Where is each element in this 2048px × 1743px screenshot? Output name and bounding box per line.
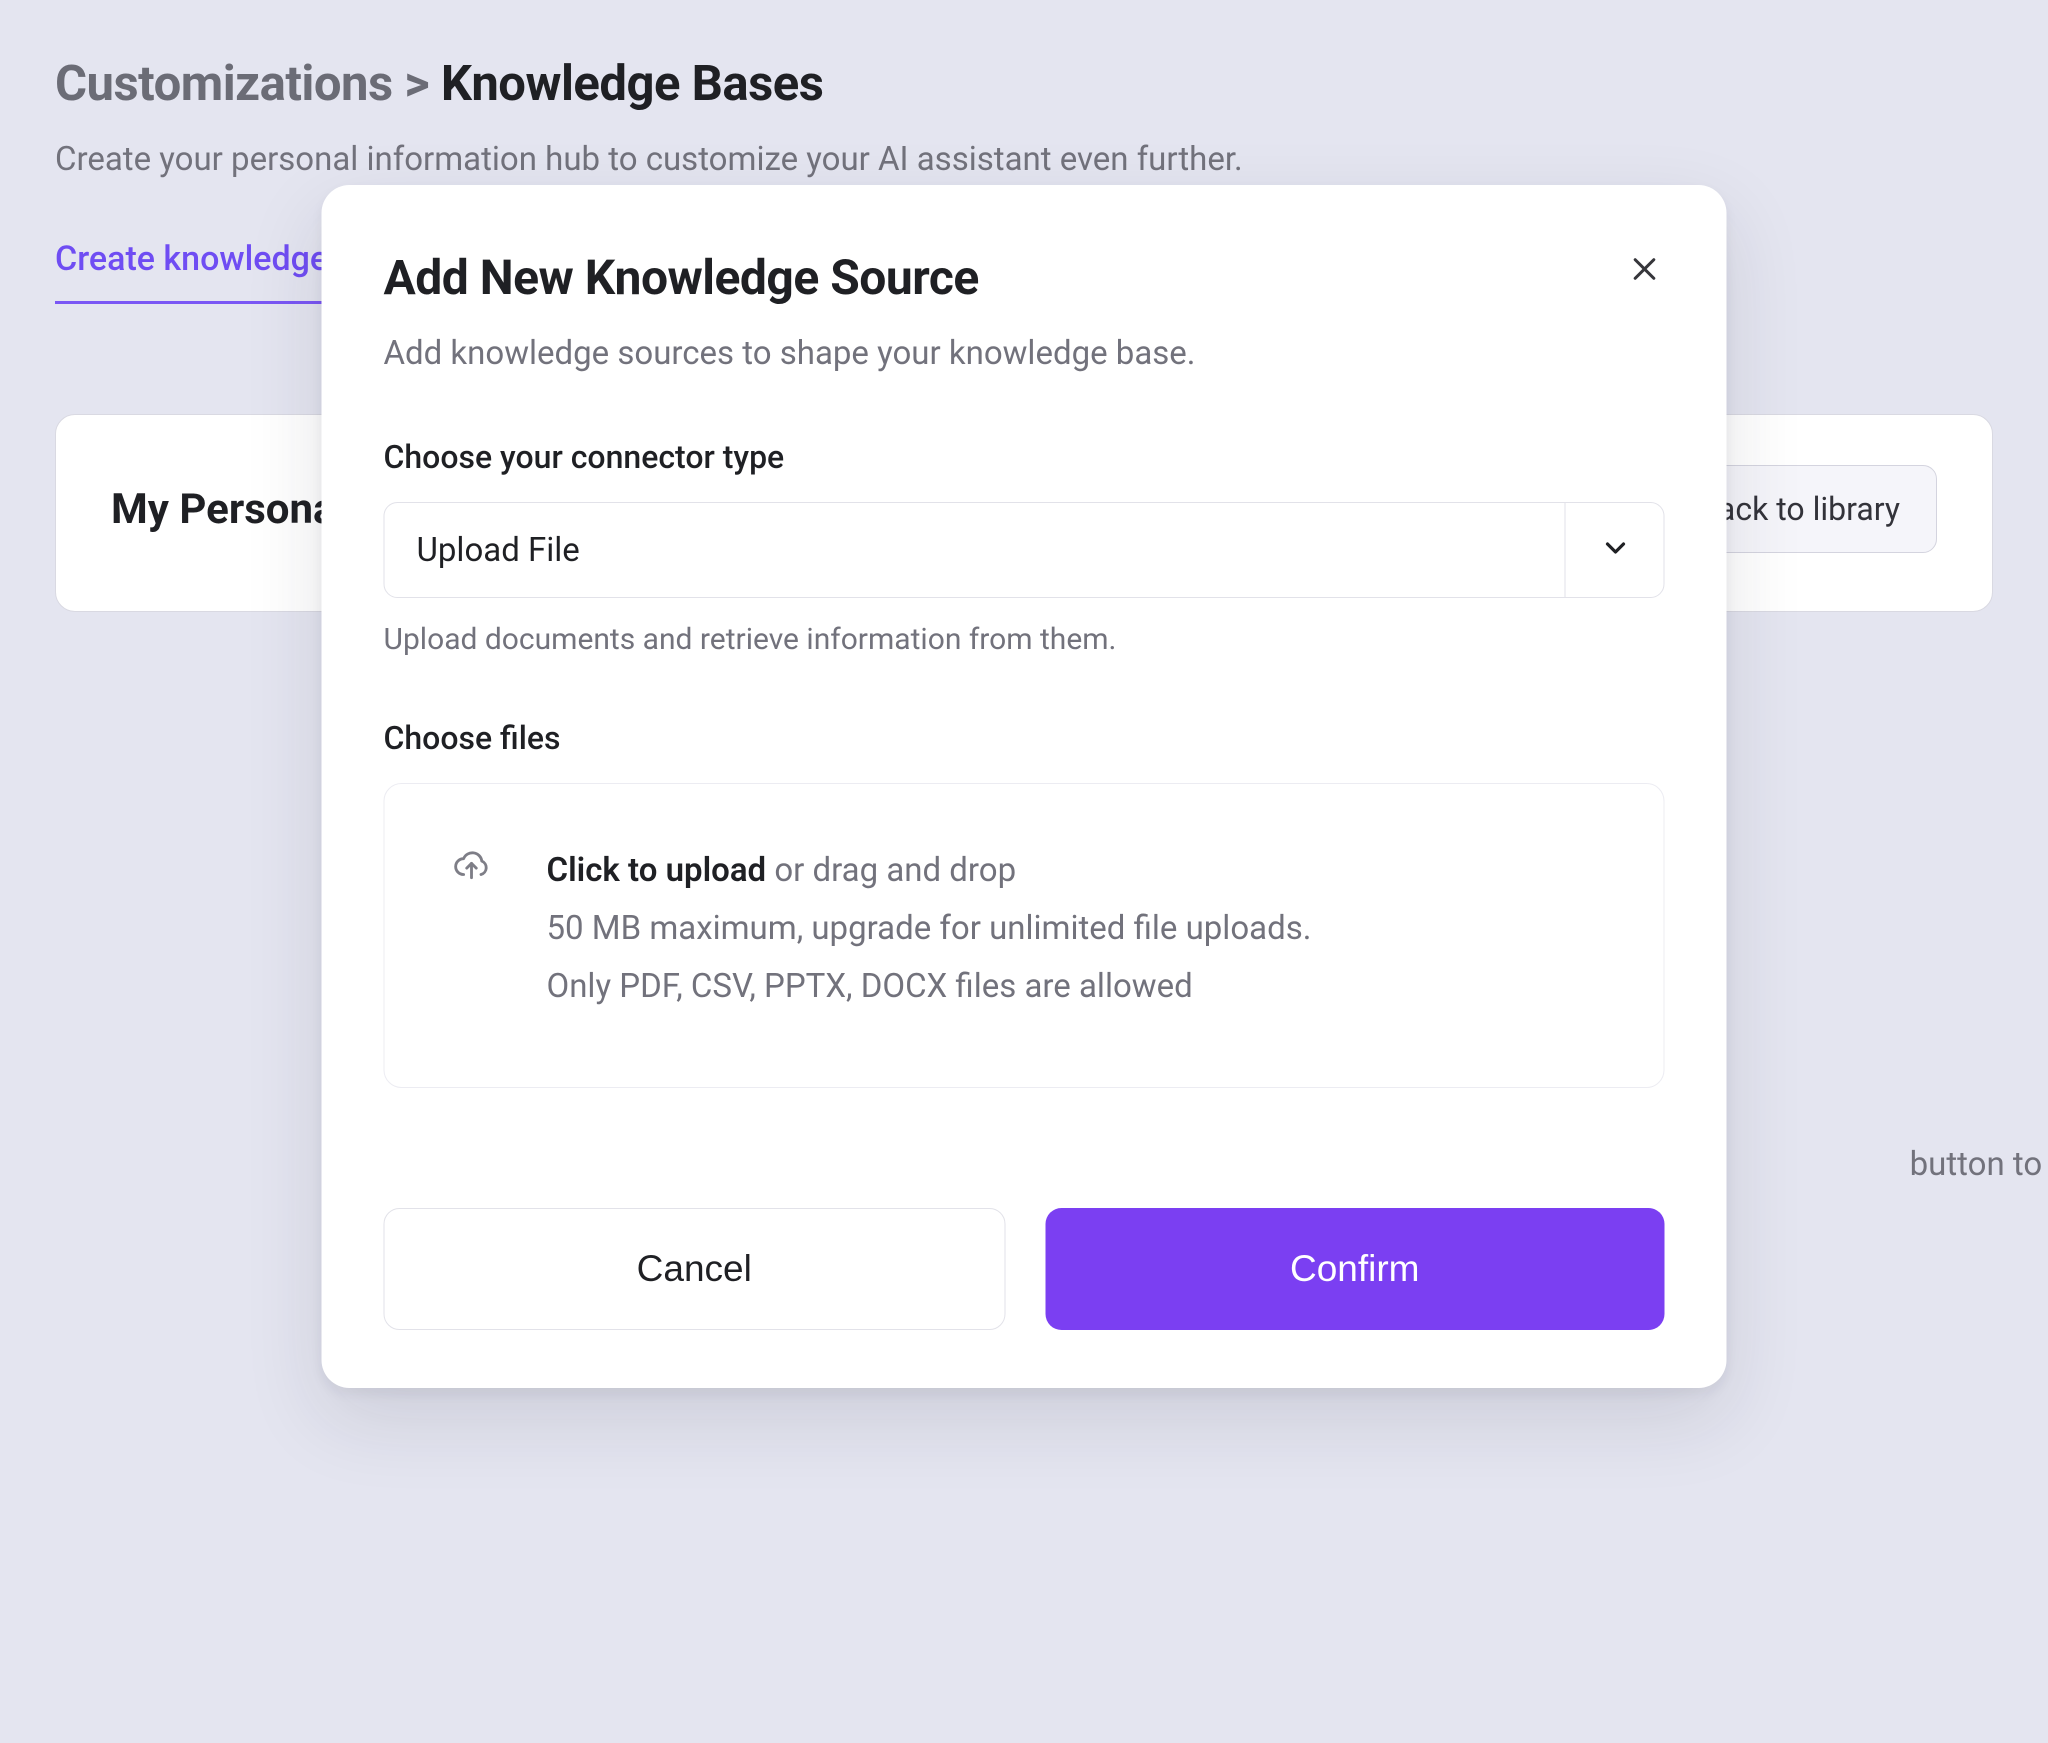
back-to-library-label: Back to library: [1698, 490, 1900, 528]
cancel-button[interactable]: Cancel: [384, 1208, 1006, 1330]
panel-title: My Personal: [111, 485, 347, 534]
modal-subtitle: Add knowledge sources to shape your know…: [384, 334, 1665, 373]
dropzone-strong: Click to upload: [547, 851, 767, 890]
breadcrumb-separator: >: [404, 55, 429, 112]
close-button[interactable]: [1625, 251, 1665, 291]
breadcrumb: Customizations > Knowledge Bases: [55, 55, 1993, 112]
connector-type-value: Upload File: [417, 531, 580, 570]
file-dropzone[interactable]: Click to upload or drag and drop 50 MB m…: [384, 783, 1665, 1088]
select-chevron-wrap: [1565, 503, 1632, 597]
choose-files-label: Choose files: [384, 719, 1665, 757]
dropzone-desc: 50 MB maximum, upgrade for unlimited fil…: [547, 909, 1312, 1006]
modal-actions: Cancel Confirm: [384, 1208, 1665, 1330]
connector-type-label: Choose your connector type: [384, 438, 1665, 476]
page-subtitle: Create your personal information hub to …: [55, 140, 1993, 179]
connector-type-helper: Upload documents and retrieve informatio…: [384, 622, 1665, 657]
chevron-down-icon: [1600, 532, 1632, 568]
add-knowledge-source-modal: Add New Knowledge Source Add knowledge s…: [322, 185, 1727, 1388]
modal-header: Add New Knowledge Source: [384, 249, 1665, 334]
confirm-button[interactable]: Confirm: [1045, 1208, 1665, 1330]
upload-cloud-icon: [453, 846, 491, 884]
connector-type-select[interactable]: Upload File: [384, 502, 1665, 598]
panel-hint-text: button to start uploading: [1910, 1145, 2048, 1184]
breadcrumb-current: Knowledge Bases: [441, 55, 824, 112]
modal-title: Add New Knowledge Source: [384, 249, 979, 306]
close-icon: [1629, 253, 1661, 289]
dropzone-rest: or drag and drop: [766, 851, 1016, 890]
dropzone-text: Click to upload or drag and drop 50 MB m…: [547, 842, 1367, 1015]
breadcrumb-parent[interactable]: Customizations: [55, 55, 393, 112]
